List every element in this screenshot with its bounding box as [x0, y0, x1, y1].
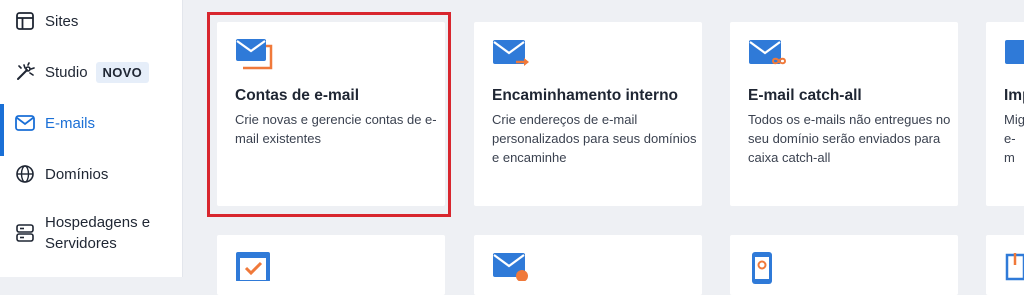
wand-icon: [14, 61, 36, 83]
sidebar-item-label: Studio: [45, 63, 88, 81]
import-icon: [1004, 38, 1024, 75]
server-icon: [14, 222, 36, 244]
card-description: Mig e-m: [1004, 112, 1024, 165]
globe-icon: [14, 163, 36, 185]
mobile-settings-icon: [748, 251, 778, 290]
new-badge: NOVO: [95, 61, 150, 83]
card-description: Todos os e-mails não entregues no seu do…: [748, 112, 951, 165]
card-description: Crie endereços de e-mail personalizados …: [492, 112, 697, 165]
sidebar-item-domains[interactable]: Domínios: [0, 163, 182, 185]
card-internal-forwarding[interactable]: Encaminhamento interno Crie endereços de…: [474, 22, 702, 206]
card-title: E-mail catch-all: [748, 87, 862, 104]
checkbox-icon: [235, 251, 271, 286]
download-icon: [1004, 251, 1024, 286]
email-catchall-icon: [748, 38, 788, 75]
card-catch-all[interactable]: E-mail catch-all Todos os e-mails não en…: [730, 22, 958, 206]
card-title: Contas de e-mail: [235, 87, 360, 104]
sidebar-item-studio[interactable]: Studio NOVO: [0, 61, 182, 83]
sidebar-item-label: Sites: [45, 12, 79, 30]
sidebar-item-sites[interactable]: Sites: [0, 10, 182, 32]
card-bottom-2[interactable]: [474, 235, 702, 295]
sidebar-item-label: Hospedagens e Servidores: [45, 214, 151, 252]
card-bottom-3[interactable]: [730, 235, 958, 295]
mail-icon: [14, 112, 36, 134]
card-title: Imp: [1004, 87, 1024, 104]
sidebar-item-emails[interactable]: E-mails: [0, 104, 182, 156]
card-title: Encaminhamento interno: [492, 87, 679, 104]
email-cancel-icon: [492, 251, 532, 286]
card-description: Crie novas e gerencie contas de e-mail e…: [235, 112, 437, 146]
email-accounts-icon: [235, 38, 273, 75]
card-bottom-1[interactable]: [217, 235, 445, 295]
sidebar-item-label: E-mails: [45, 114, 96, 132]
sidebar: Sites Studio NOVO E-mails Domínios Hospe…: [0, 0, 183, 277]
layout-icon: [14, 10, 36, 32]
card-import[interactable]: Imp Mig e-m: [986, 22, 1024, 206]
sidebar-item-label: Domínios: [45, 165, 109, 183]
email-forward-icon: [492, 38, 532, 75]
sidebar-item-hosting[interactable]: Hospedagens e Servidores: [0, 212, 182, 254]
card-email-accounts[interactable]: Contas de e-mail Crie novas e gerencie c…: [217, 22, 445, 206]
card-bottom-4[interactable]: [986, 235, 1024, 295]
